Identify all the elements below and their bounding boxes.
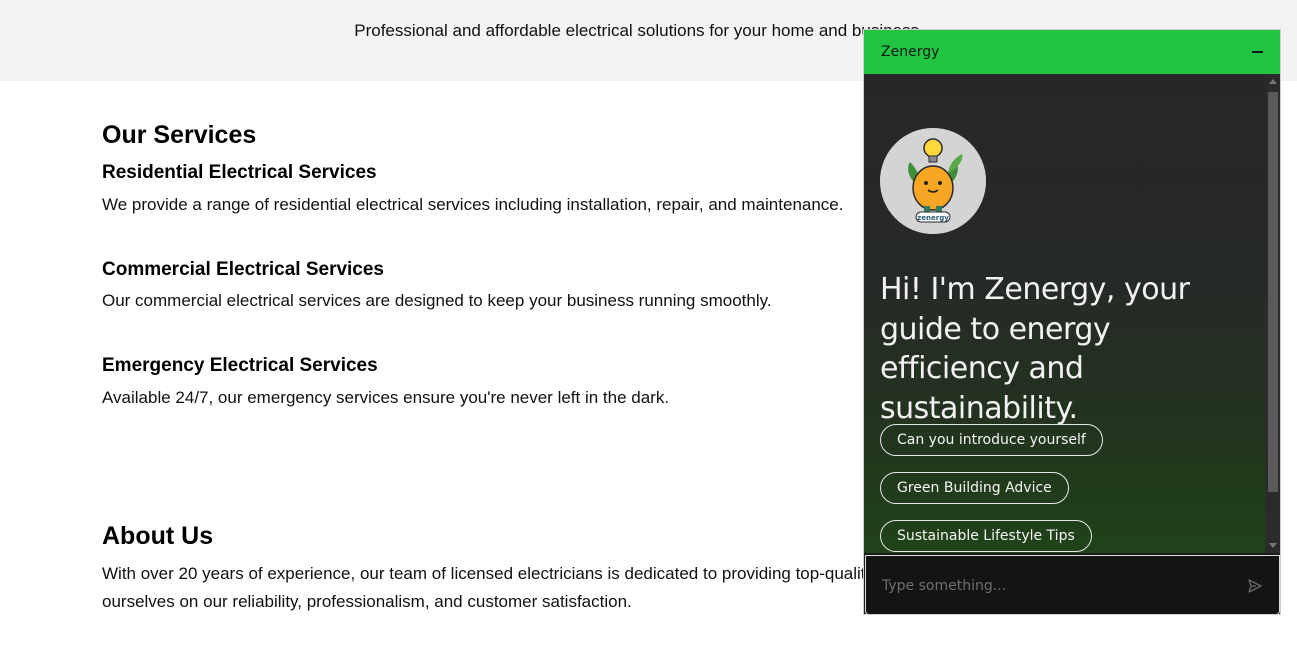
lightbulb-mascot-icon: zenergy (880, 128, 986, 234)
bot-greeting: Hi! I'm Zenergy, your guide to energy ef… (880, 272, 1190, 426)
suggestion-introduce[interactable]: Can you introduce yourself (880, 424, 1103, 456)
about-heading: About Us (102, 522, 214, 550)
about-text-line1: With over 20 years of experience, our te… (102, 564, 875, 583)
chat-input-bar (865, 555, 1280, 614)
chat-title: Zenergy (881, 44, 940, 60)
suggestion-green-building[interactable]: Green Building Advice (880, 472, 1069, 504)
chat-widget: Zenergy zenergy Hi! I'm Zenergy, your gu… (863, 29, 1281, 615)
chat-header: Zenergy (864, 30, 1280, 74)
minimize-icon[interactable] (1250, 45, 1264, 59)
bot-avatar: zenergy (880, 128, 986, 234)
scroll-thumb[interactable] (1268, 92, 1278, 492)
about-text-line2: ourselves on our reliability, profession… (102, 592, 632, 611)
service-text-commercial: Our commercial electrical services are d… (102, 291, 772, 310)
scroll-up-icon[interactable] (1269, 79, 1277, 84)
service-text-residential: We provide a range of residential electr… (102, 195, 844, 214)
service-title-residential: Residential Electrical Services (102, 162, 377, 183)
suggestion-lifestyle-tips[interactable]: Sustainable Lifestyle Tips (880, 520, 1092, 552)
service-title-commercial: Commercial Electrical Services (102, 259, 385, 280)
svg-text:zenergy: zenergy (917, 214, 949, 222)
scroll-down-icon[interactable] (1269, 543, 1277, 548)
services-heading: Our Services (102, 121, 257, 149)
chat-input[interactable] (880, 574, 1224, 598)
service-text-emergency: Available 24/7, our emergency services e… (102, 388, 670, 407)
chat-scrollbar[interactable] (1265, 74, 1280, 553)
service-title-emergency: Emergency Electrical Services (102, 355, 378, 376)
chat-message-area[interactable]: zenergy Hi! I'm Zenergy, your guide to e… (864, 74, 1265, 553)
send-icon[interactable] (1247, 578, 1263, 594)
